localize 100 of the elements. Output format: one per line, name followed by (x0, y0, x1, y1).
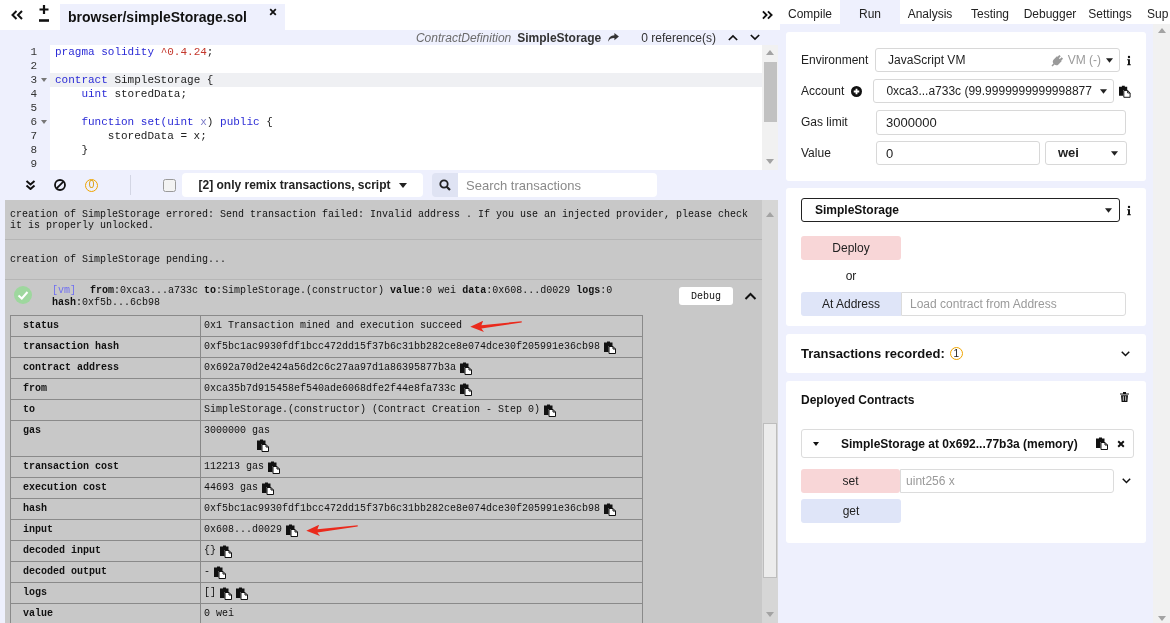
line-number: 8 (30, 143, 37, 157)
transactions-recorded-label: Transactions recorded: (801, 344, 945, 363)
copy-icon[interactable] (460, 361, 473, 375)
checkbox[interactable] (163, 178, 176, 192)
chevrons-down-icon[interactable] (25, 180, 36, 190)
info-icon[interactable] (1127, 204, 1131, 216)
close-icon[interactable] (1117, 439, 1125, 448)
code-line: contract SimpleStorage { (55, 73, 214, 87)
account-select[interactable]: 0xca3...a733c (99.9999999999998877 (873, 79, 1115, 103)
file-tab[interactable]: browser/simpleStorage.sol (60, 4, 285, 30)
plus-circle-icon[interactable] (851, 85, 863, 97)
close-icon[interactable] (269, 8, 277, 16)
network-label: VM (-) (1067, 52, 1102, 69)
copy-icon[interactable] (262, 481, 274, 495)
code-line: storedData = x; (106, 129, 207, 143)
copy-icon[interactable] (236, 586, 248, 600)
table-value: 0x608...d0029 (204, 524, 282, 536)
code-line: function set(uint x) public { (80, 115, 273, 129)
node-name-label: SimpleStorage (517, 30, 602, 45)
chevron-down-icon[interactable] (750, 34, 760, 41)
deploy-button[interactable]: Deploy (801, 236, 901, 260)
scrollbar-thumb[interactable] (763, 423, 777, 578)
transaction-summary: [vm] from:0xca3...a733c to:SimpleStorage.(constructor) value:0 wei data:0x608...d0029 logs:0 hash:0xf5b...6cb98 (52, 285, 614, 309)
caret-down-icon[interactable] (398, 182, 407, 188)
chevrons-right-icon[interactable] (762, 10, 773, 20)
field-label: Gas limit (801, 114, 848, 131)
copy-icon[interactable] (257, 439, 269, 452)
table-value: 112213 gas (204, 461, 264, 473)
table-key: to (23, 404, 35, 415)
copy-icon[interactable] (286, 523, 298, 537)
log-message: creation of SimpleStorage errored: Send transaction failed: Invalid address . If you use an injected provider, please check it is properly unlocked. (10, 208, 750, 231)
copy-icon[interactable] (220, 586, 232, 600)
plug-icon (1050, 53, 1064, 67)
table-value: 0xf5bc1ac9930fdf1bcc472dd15f37b6c31bb282ce8e074dce30f205991e36cb98 (204, 341, 601, 353)
address-field[interactable]: Load contract from Address (901, 292, 1126, 316)
value-field[interactable]: 0 (876, 141, 1040, 165)
line-number: 5 (30, 101, 37, 115)
line-number: 9 (30, 157, 37, 171)
function-button[interactable]: set (801, 469, 901, 493)
copy-icon[interactable] (604, 340, 617, 354)
line-number: 2 (30, 59, 37, 73)
trash-icon[interactable] (1120, 392, 1129, 402)
table-key: decoded input (23, 545, 101, 556)
fold-caret-icon[interactable] (41, 78, 47, 82)
or-label: or (845, 268, 857, 285)
unit-select[interactable]: wei (1045, 141, 1127, 165)
line-number: 4 (30, 87, 37, 101)
node-type-label: ContractDefinition (415, 30, 512, 45)
table-key: input (23, 524, 53, 535)
code-line: uint storedData; (80, 87, 188, 101)
ban-icon[interactable] (54, 179, 66, 191)
instance-title: SimpleStorage at 0x692...77b3a (memory) (841, 435, 1078, 453)
line-number: 1 (30, 45, 37, 59)
caret-down-icon[interactable] (1105, 207, 1112, 213)
search-icon[interactable] (432, 173, 458, 197)
table-value: 3000000 gas (204, 425, 270, 437)
table-key: execution cost (23, 482, 107, 493)
chevrons-left-icon[interactable] (11, 10, 23, 20)
copy-icon[interactable] (268, 460, 280, 474)
caret-down-icon[interactable] (1106, 57, 1114, 63)
function-button[interactable]: get (801, 499, 901, 523)
copy-icon[interactable] (1119, 84, 1131, 98)
panel-tab[interactable]: Run (840, 0, 900, 24)
argument-field[interactable]: uint256 x (900, 469, 1115, 493)
table-value: [] (204, 587, 216, 599)
chevron-down-icon[interactable] (1122, 478, 1131, 484)
log-message: creation of SimpleStorage pending... (10, 254, 227, 265)
field-label: Value (801, 145, 831, 162)
fold-caret-icon[interactable] (41, 120, 47, 124)
plus-minus-icon[interactable] (38, 5, 50, 23)
caret-down-icon[interactable] (1111, 150, 1118, 156)
table-key: from (23, 383, 47, 394)
debug-button[interactable]: Debug (679, 287, 733, 305)
copy-icon[interactable] (220, 544, 232, 558)
field-label: Environment (801, 52, 869, 69)
table-key: decoded output (23, 566, 107, 577)
gas-limit-field[interactable]: 3000000 (876, 109, 1126, 135)
chevron-up-icon[interactable] (728, 34, 738, 41)
contract-select[interactable]: SimpleStorage (801, 198, 1120, 222)
copy-icon[interactable] (214, 565, 226, 579)
info-icon[interactable] (1127, 54, 1131, 66)
table-key: status (23, 320, 59, 331)
environment-select[interactable]: JavaScript VM VM (-) (875, 48, 1121, 72)
table-value: {} (204, 545, 216, 557)
table-key: gas (23, 425, 41, 436)
caret-down-icon[interactable] (1100, 88, 1108, 94)
filter-dropdown[interactable]: [2] only remix transactions, script (182, 173, 423, 197)
copy-icon[interactable] (544, 403, 557, 417)
copy-icon[interactable] (1096, 437, 1108, 450)
copy-icon[interactable] (604, 502, 617, 516)
at-address-button[interactable]: At Address (801, 292, 901, 316)
caret-down-icon[interactable] (813, 441, 819, 446)
table-key: transaction cost (23, 461, 119, 472)
table-value: SimpleStorage.(constructor) (Contract Creation - Step 0) (204, 404, 541, 416)
copy-icon[interactable] (460, 382, 473, 396)
scrollbar-thumb[interactable] (763, 62, 777, 122)
chevron-up-icon[interactable] (744, 292, 757, 300)
search-field[interactable]: Search transactions (458, 173, 657, 197)
forward-arrow-icon[interactable] (608, 33, 620, 42)
chevron-down-icon[interactable] (1121, 350, 1130, 357)
